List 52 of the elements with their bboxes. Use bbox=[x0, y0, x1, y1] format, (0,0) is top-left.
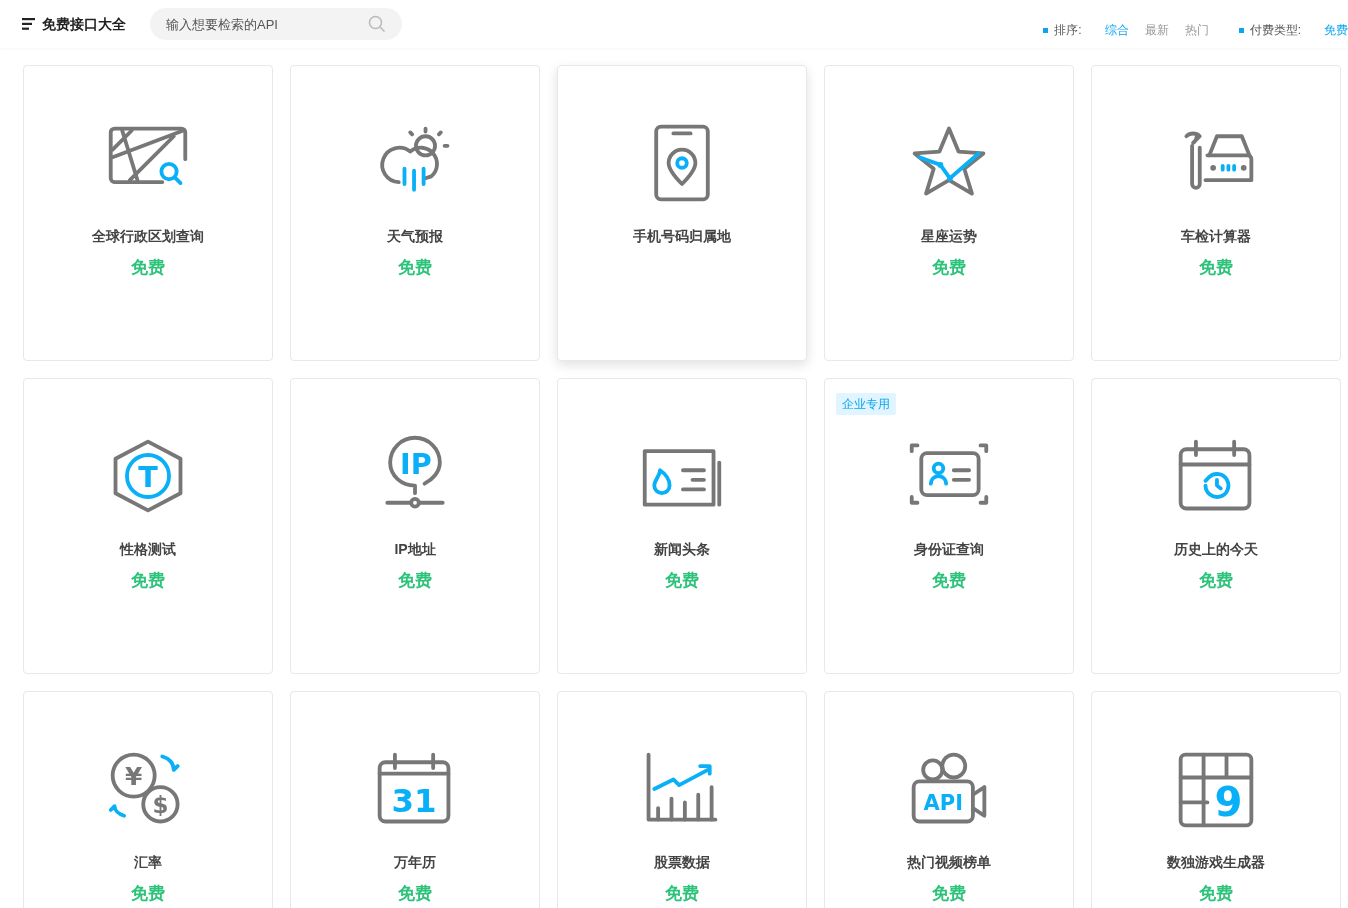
api-card[interactable]: 全球行政区划查询 免费 bbox=[23, 65, 273, 361]
api-card[interactable]: ¥ $ 汇率 免费 bbox=[23, 691, 273, 908]
bullet-icon bbox=[1238, 27, 1244, 33]
price-label: 免费 bbox=[932, 883, 966, 905]
bullet-icon bbox=[1043, 27, 1049, 33]
api-title: 身份证查询 bbox=[914, 540, 984, 559]
api-card[interactable]: 企业专用 身份证查询 免费 bbox=[824, 378, 1074, 674]
api-card[interactable]: 9 数独游戏生成器 免费 bbox=[1091, 691, 1341, 908]
api-title: 股票数据 bbox=[654, 853, 710, 872]
api-title: 数独游戏生成器 bbox=[1167, 853, 1265, 872]
filter-label: 排序: bbox=[1054, 22, 1082, 39]
api-card[interactable]: T 性格测试 免费 bbox=[23, 378, 273, 674]
api-title: IP地址 bbox=[394, 540, 436, 559]
price-label: 免费 bbox=[1199, 883, 1233, 905]
api-title: 手机号码归属地 bbox=[633, 227, 731, 246]
price-label: 免费 bbox=[398, 570, 432, 592]
price-label: 免费 bbox=[932, 570, 966, 592]
price-label: 免费 bbox=[665, 570, 699, 592]
price-label: 免费 bbox=[131, 257, 165, 279]
api-card[interactable]: API 热门视频榜单 免费 bbox=[824, 691, 1074, 908]
api-title: 热门视频榜单 bbox=[907, 853, 991, 872]
price-label: 免费 bbox=[131, 570, 165, 592]
api-title: 历史上的今天 bbox=[1174, 540, 1258, 559]
api-title: 全球行政区划查询 bbox=[92, 227, 204, 246]
api-card[interactable]: 31 万年历 免费 bbox=[290, 691, 540, 908]
api-card[interactable]: 手机号码归属地 bbox=[557, 65, 807, 361]
page-title: 免费接口大全 bbox=[42, 14, 126, 34]
price-label: 免费 bbox=[932, 257, 966, 279]
price-label: 免费 bbox=[398, 257, 432, 279]
api-card[interactable]: 星座运势 免费 bbox=[824, 65, 1074, 361]
price-label: 免费 bbox=[398, 883, 432, 905]
api-card[interactable]: 股票数据 免费 bbox=[557, 691, 807, 908]
api-card[interactable]: IP IP地址 免费 bbox=[290, 378, 540, 674]
filter-label: 付费类型: bbox=[1249, 22, 1301, 39]
price-label: 免费 bbox=[1199, 570, 1233, 592]
api-card[interactable]: 新闻头条 免费 bbox=[557, 378, 807, 674]
api-title: 新闻头条 bbox=[654, 540, 710, 559]
price-label: 免费 bbox=[1199, 257, 1233, 279]
price-label: 免费 bbox=[131, 883, 165, 905]
api-title: 万年历 bbox=[394, 853, 436, 872]
enterprise-tag: 企业专用 bbox=[836, 393, 896, 415]
api-card[interactable]: 车检计算器 免费 bbox=[1091, 65, 1341, 361]
menu-icon[interactable] bbox=[22, 18, 35, 30]
api-title: 星座运势 bbox=[921, 227, 977, 246]
api-title: 车检计算器 bbox=[1181, 227, 1251, 246]
api-card[interactable]: 天气预报 免费 bbox=[290, 65, 540, 361]
api-title: 性格测试 bbox=[120, 540, 176, 559]
api-card[interactable]: 历史上的今天 免费 bbox=[1091, 378, 1341, 674]
api-title: 汇率 bbox=[134, 853, 162, 872]
api-title: 天气预报 bbox=[387, 227, 443, 246]
price-label: 免费 bbox=[665, 883, 699, 905]
search-field[interactable]: 输入想要检索的API bbox=[150, 8, 402, 40]
